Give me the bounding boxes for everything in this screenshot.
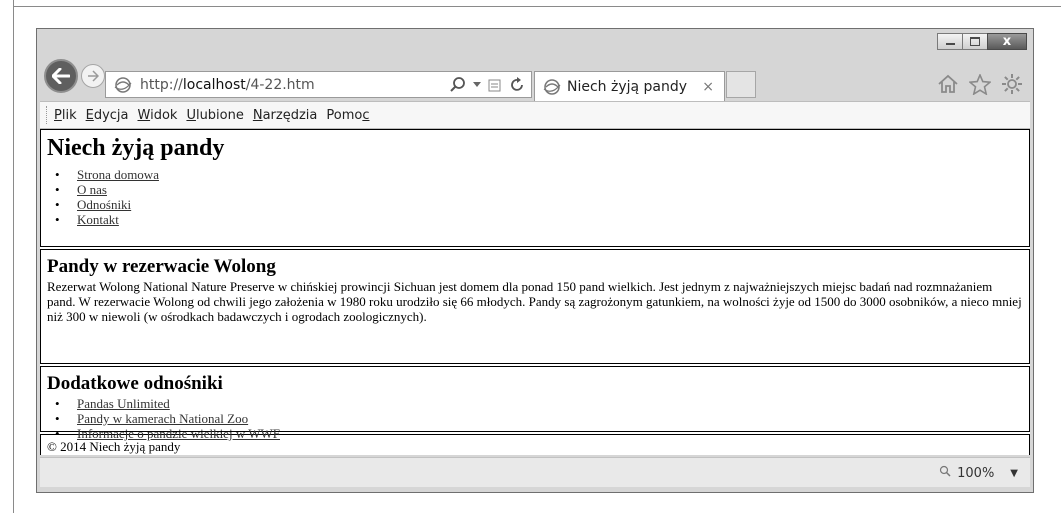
list-item: Pandas Unlimited xyxy=(47,396,1023,411)
minimize-button[interactable] xyxy=(937,33,963,50)
link-national-zoo[interactable]: Pandy w kamerach National Zoo xyxy=(77,411,248,426)
list-item: Pandy w kamerach National Zoo xyxy=(47,411,1023,426)
minimize-icon xyxy=(945,43,955,45)
link-pandas-unlimited[interactable]: Pandas Unlimited xyxy=(77,396,170,411)
forward-arrow-icon xyxy=(88,70,99,82)
search-icon[interactable] xyxy=(449,76,467,94)
menu-plik[interactable]: Plik xyxy=(54,108,77,123)
footer-text: © 2014 Niech żyją pandy xyxy=(47,439,181,454)
page-content: Niech żyją pandy Strona domowa O nas Odn… xyxy=(40,129,1030,455)
maximize-button[interactable] xyxy=(962,33,988,50)
page-title: Niech żyją pandy xyxy=(47,135,225,161)
menu-ulubione[interactable]: Ulubione xyxy=(186,108,243,123)
address-controls xyxy=(449,76,525,94)
ie-page-icon xyxy=(114,76,132,94)
nav-link-home[interactable]: Strona domowa xyxy=(77,167,159,182)
back-button[interactable] xyxy=(44,59,78,93)
nav-list: Strona domowa O nas Odnośniki Kontakt xyxy=(47,167,1023,227)
tab-close-icon[interactable]: × xyxy=(702,79,714,95)
menu-grip xyxy=(46,106,49,124)
page-frame-top xyxy=(13,6,1061,7)
menu-bar: Plik Edycja Widok Ulubione Narzędzia Pom… xyxy=(40,101,1030,129)
browser-window: x http://localhost/4-22.htm Niech żyją p… xyxy=(36,28,1034,493)
window-caption-buttons: x xyxy=(937,33,1027,50)
extra-links-section: Dodatkowe odnośniki Pandas Unlimited Pan… xyxy=(40,366,1030,441)
list-item: Informacje o pandzie wielkiej w WWF xyxy=(47,426,1023,441)
extra-links-list: Pandas Unlimited Pandy w kamerach Nation… xyxy=(47,396,1023,441)
zoom-dropdown-icon[interactable]: ▼ xyxy=(1010,468,1018,479)
ie-page-icon xyxy=(543,78,561,96)
menu-narzedzia[interactable]: Narzędzia xyxy=(253,108,318,123)
maximize-icon xyxy=(970,37,980,46)
nav-item: Strona domowa xyxy=(47,167,1023,182)
gear-icon[interactable] xyxy=(1001,73,1023,99)
menu-pomoc[interactable]: Pomoc xyxy=(326,108,369,123)
main-section: Pandy w rezerwacie Wolong Rezerwat Wolon… xyxy=(40,249,1030,364)
dropdown-arrow-icon[interactable] xyxy=(473,81,481,88)
page-frame-left xyxy=(13,0,14,513)
back-arrow-icon xyxy=(52,68,70,84)
main-heading: Pandy w rezerwacie Wolong xyxy=(47,256,276,277)
status-bar: 100% ▼ xyxy=(40,457,1030,487)
address-bar[interactable]: http://localhost/4-22.htm xyxy=(105,71,532,98)
compatibility-view-icon[interactable] xyxy=(487,77,503,93)
favorites-star-icon[interactable] xyxy=(967,72,993,99)
nav-item: Odnośniki xyxy=(47,197,1023,212)
home-icon[interactable] xyxy=(937,74,959,98)
refresh-icon[interactable] xyxy=(509,76,525,93)
close-icon: x xyxy=(1002,34,1012,49)
zoom-control[interactable]: 100% ▼ xyxy=(939,465,1018,481)
nav-link-contact[interactable]: Kontakt xyxy=(77,212,119,227)
zoom-level: 100% xyxy=(957,465,995,481)
zoom-icon xyxy=(939,465,951,481)
forward-button[interactable] xyxy=(81,64,105,88)
toolbar-right-icons xyxy=(937,72,1023,99)
new-tab-button[interactable] xyxy=(726,71,756,98)
header-section: Niech żyją pandy Strona domowa O nas Odn… xyxy=(40,129,1030,247)
menu-edycja[interactable]: Edycja xyxy=(86,108,129,123)
address-url[interactable]: http://localhost/4-22.htm xyxy=(140,77,315,93)
nav-item: Kontakt xyxy=(47,212,1023,227)
tab-active[interactable]: Niech żyją pandy × xyxy=(534,71,725,101)
nav-link-links[interactable]: Odnośniki xyxy=(77,197,131,212)
main-paragraph: Rezerwat Wolong National Nature Preserve… xyxy=(47,279,1022,324)
extra-heading: Dodatkowe odnośniki xyxy=(47,373,223,394)
nav-link-about[interactable]: O nas xyxy=(77,182,107,197)
link-wwf[interactable]: Informacje o pandzie wielkiej w WWF xyxy=(77,426,280,441)
nav-item: O nas xyxy=(47,182,1023,197)
close-window-button[interactable]: x xyxy=(987,33,1027,50)
menu-widok[interactable]: Widok xyxy=(138,108,178,123)
tab-title: Niech żyją pandy xyxy=(567,78,688,95)
